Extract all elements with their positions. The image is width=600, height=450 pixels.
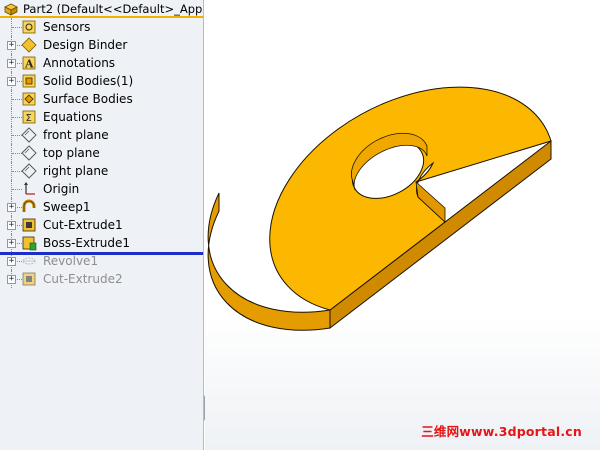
expand-toggle-icon[interactable]: + xyxy=(7,77,16,86)
tree-item-equations[interactable]: Σ Equations xyxy=(0,108,203,126)
equations-icon: Σ xyxy=(21,109,37,125)
tree-item-sensors[interactable]: Sensors xyxy=(0,18,203,36)
expand-toggle-icon[interactable]: + xyxy=(7,41,16,50)
tree-item-annotations[interactable]: + A Annotations xyxy=(0,54,203,72)
cut-extrude-icon xyxy=(21,217,37,233)
surface-bodies-icon xyxy=(21,91,37,107)
solid-bodies-icon xyxy=(21,73,37,89)
tree-item-solid-bodies-1[interactable]: + Solid Bodies(1) xyxy=(0,72,203,90)
tree-item-cut-extrude1[interactable]: + Cut-Extrude1 xyxy=(0,216,203,234)
feature-manager-tree: Part2 (Default<<Default>_App Sensors + Des… xyxy=(0,0,204,450)
svg-text:Σ: Σ xyxy=(26,113,32,124)
tree-item-design-binder[interactable]: + Design Binder xyxy=(0,36,203,54)
expand-toggle-icon[interactable]: + xyxy=(7,275,16,284)
svg-text:A: A xyxy=(24,58,34,71)
tree-item-label: top plane xyxy=(43,146,100,160)
tree-item-label: Sweep1 xyxy=(43,200,91,214)
design-binder-icon xyxy=(21,37,37,53)
rollback-bar[interactable] xyxy=(0,252,203,255)
graphics-viewport[interactable]: 三维网www.3dportal.cn xyxy=(205,0,600,450)
tree-item-label: Design Binder xyxy=(43,38,128,52)
tree-root-part[interactable]: Part2 (Default<<Default>_App xyxy=(0,0,203,18)
tree-item-label: Surface Bodies xyxy=(43,92,133,106)
boss-extrude-icon xyxy=(21,235,37,251)
site-watermark: 三维网www.3dportal.cn xyxy=(421,424,582,439)
expand-toggle-icon[interactable]: + xyxy=(7,239,16,248)
sweep-icon xyxy=(21,199,37,215)
annotations-icon: A xyxy=(21,55,37,71)
tree-item-label: Cut-Extrude2 xyxy=(43,272,123,286)
plane-icon xyxy=(21,163,37,179)
tree-item-label: right plane xyxy=(43,164,109,178)
tree-item-boss-extrude1[interactable]: + Boss-Extrude1 xyxy=(0,234,203,252)
tree-item-label: Equations xyxy=(43,110,103,124)
expand-toggle-icon[interactable]: + xyxy=(7,59,16,68)
tree-item-front-plane[interactable]: front plane xyxy=(0,126,203,144)
tree-item-cut-extrude2[interactable]: + Cut-Extrude2 xyxy=(0,270,203,288)
tree-item-origin[interactable]: Origin xyxy=(0,180,203,198)
tree-item-top-plane[interactable]: top plane xyxy=(0,144,203,162)
part-model-3d[interactable] xyxy=(205,0,600,450)
expand-toggle-icon[interactable]: + xyxy=(7,221,16,230)
origin-icon xyxy=(21,181,37,197)
part-icon xyxy=(3,1,19,16)
expand-toggle-icon[interactable]: + xyxy=(7,203,16,212)
tree-item-surface-bodies[interactable]: Surface Bodies xyxy=(0,90,203,108)
tree-item-label: Origin xyxy=(43,182,80,196)
tree-item-label: Cut-Extrude1 xyxy=(43,218,123,232)
tree-item-right-plane[interactable]: right plane xyxy=(0,162,203,180)
tree-item-label: Revolve1 xyxy=(43,254,99,268)
revolve-icon xyxy=(21,253,37,269)
tree-root-label: Part2 (Default<<Default>_App xyxy=(23,2,203,16)
sensors-icon xyxy=(21,19,37,35)
tree-item-label: Boss-Extrude1 xyxy=(43,236,130,250)
part-top-face xyxy=(269,86,552,311)
tree-item-label: Sensors xyxy=(43,20,91,34)
tree-item-label: Annotations xyxy=(43,56,116,70)
plane-icon xyxy=(21,145,37,161)
tree-item-label: Solid Bodies(1) xyxy=(43,74,134,88)
tree-item-sweep1[interactable]: + Sweep1 xyxy=(0,198,203,216)
tree-item-label: front plane xyxy=(43,128,109,142)
plane-icon xyxy=(21,127,37,143)
expand-toggle-icon[interactable]: + xyxy=(7,257,16,266)
cut-extrude-icon xyxy=(21,271,37,287)
